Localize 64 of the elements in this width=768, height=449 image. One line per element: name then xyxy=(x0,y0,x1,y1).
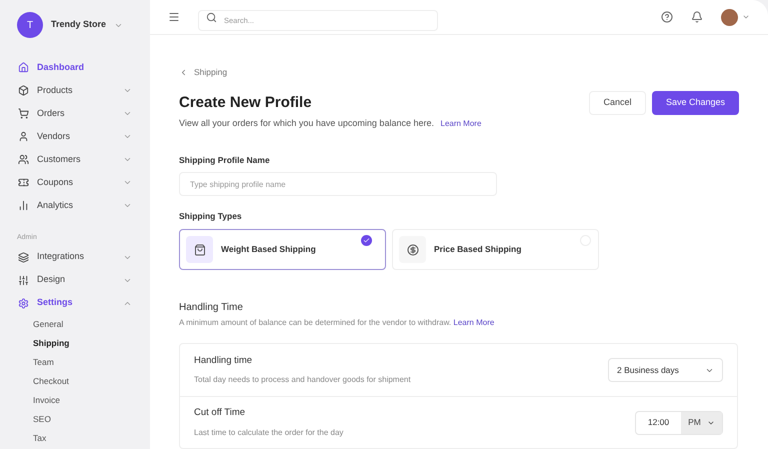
caret-icon xyxy=(123,132,132,141)
store-name: Trendy Store xyxy=(51,18,106,32)
nav-item[interactable]: Coupons xyxy=(0,171,150,194)
save-button[interactable]: Save Changes xyxy=(652,91,739,115)
nav-item[interactable]: Customers xyxy=(0,148,150,171)
section-title: Handling Time xyxy=(179,301,244,315)
store-avatar: T xyxy=(17,12,43,38)
option-label: Price Based Shipping xyxy=(434,243,522,256)
sub-nav-item[interactable]: Invoice xyxy=(0,390,150,410)
box-icon xyxy=(18,85,29,96)
field-label: Shipping Profile Name xyxy=(179,154,271,166)
bell-icon[interactable] xyxy=(691,11,703,24)
page-description: View all your orders for which you have upcoming balance here. Learn More xyxy=(179,117,482,130)
nav-item[interactable]: Products xyxy=(0,79,150,102)
nav-item[interactable]: Dashboard xyxy=(0,56,150,79)
sub-nav-item[interactable]: Checkout xyxy=(0,372,150,390)
learn-more-link[interactable]: Learn More xyxy=(453,318,494,327)
section-description: A minimum amount of balance can be determined for the vendor to withdraw. Learn More xyxy=(179,317,496,329)
nav-item[interactable]: Integrations xyxy=(0,246,150,268)
sub-nav-item[interactable]: Tax xyxy=(0,428,150,448)
nav-item[interactable]: Analytics xyxy=(0,194,150,217)
nav-item[interactable]: Vendors xyxy=(0,125,150,148)
row-description: Last time to calculate the order for the day xyxy=(194,426,344,439)
ticket-icon xyxy=(18,177,29,188)
bag-icon xyxy=(194,244,206,256)
caret-icon xyxy=(123,109,132,118)
nav-item[interactable]: Orders xyxy=(0,102,150,125)
row-title: Handling time xyxy=(194,354,254,368)
help-icon[interactable] xyxy=(661,11,673,24)
field-label: Shipping Types xyxy=(179,210,243,223)
learn-more-link[interactable]: Learn More xyxy=(440,119,482,128)
profile-name-input[interactable]: Type shipping profile name xyxy=(179,172,497,196)
users-icon xyxy=(18,154,29,165)
search-icon xyxy=(206,12,217,23)
nav-item[interactable]: Design xyxy=(0,268,150,292)
sliders-icon xyxy=(18,274,29,286)
settings-icon xyxy=(18,298,29,308)
back-link[interactable]: Shipping xyxy=(179,66,739,79)
sub-nav-item[interactable]: Shipping xyxy=(0,334,150,352)
row-description: Total day needs to process and handover goods for shipment xyxy=(194,374,412,386)
caret-icon xyxy=(123,155,132,164)
user-icon xyxy=(18,131,29,142)
user-avatar[interactable] xyxy=(721,8,738,26)
cart-icon xyxy=(18,108,29,119)
page-title: Create New Profile xyxy=(179,92,313,113)
bar-chart-icon xyxy=(18,200,29,211)
sub-nav-item[interactable]: Team xyxy=(0,352,150,372)
dollar-icon xyxy=(406,244,418,256)
nav-item[interactable]: Settings xyxy=(0,292,150,314)
sub-nav-item[interactable]: General xyxy=(0,314,150,334)
shipping-type-option[interactable]: Price Based Shipping xyxy=(392,229,599,270)
caret-icon xyxy=(123,86,132,95)
shipping-type-option[interactable]: Weight Based Shipping xyxy=(179,229,386,270)
row-title: Cut off Time xyxy=(194,406,246,420)
back-icon xyxy=(179,68,188,78)
caret-icon xyxy=(123,178,132,187)
option-label: Weight Based Shipping xyxy=(221,243,316,256)
sub-nav-item[interactable]: SEO xyxy=(0,410,150,428)
menu-icon[interactable] xyxy=(168,11,180,24)
layers-icon xyxy=(18,252,29,262)
handling-time-select[interactable]: 2 Business days xyxy=(608,358,723,382)
cancel-button[interactable]: Cancel xyxy=(589,91,646,115)
caret-icon xyxy=(123,201,132,210)
home-icon xyxy=(18,62,29,73)
